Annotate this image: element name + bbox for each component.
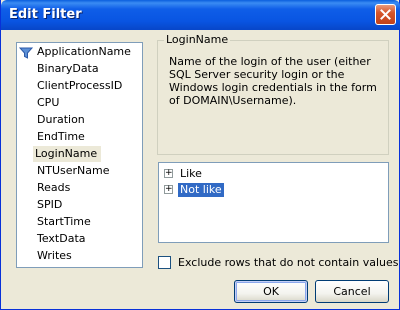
column-item-binarydata[interactable]: BinaryData <box>35 61 103 77</box>
column-item-label: CPU <box>37 96 60 109</box>
exclude-empty-label[interactable]: Exclude rows that do not contain values <box>178 255 398 270</box>
exclude-empty-checkbox[interactable] <box>158 256 171 269</box>
edit-filter-dialog: Edit Filter ApplicationName BinaryData C… <box>0 0 400 310</box>
ok-button[interactable]: OK <box>234 280 308 303</box>
column-item-label: LoginName <box>35 147 98 160</box>
column-item-label: TextData <box>37 232 86 245</box>
column-item-duration[interactable]: Duration <box>35 112 89 128</box>
expand-plus-icon[interactable]: + <box>164 185 173 194</box>
description-text: Name of the login of the user (either SQ… <box>169 55 377 107</box>
dialog-title: Edit Filter <box>9 7 82 22</box>
title-bar[interactable]: Edit Filter <box>1 0 400 30</box>
column-item-label: ClientProcessID <box>37 79 123 92</box>
description-title: LoginName <box>164 33 231 46</box>
column-item-label: BinaryData <box>37 62 99 75</box>
column-item-label: EndTime <box>37 130 85 143</box>
column-item-cpu[interactable]: CPU <box>35 95 63 111</box>
filter-funnel-icon <box>19 47 33 59</box>
column-item-textdata[interactable]: TextData <box>35 231 90 247</box>
column-item-clientprocessid[interactable]: ClientProcessID <box>35 78 126 94</box>
column-item-ntusername[interactable]: NTUserName <box>35 163 113 179</box>
tree-item-not-like[interactable]: + Not like <box>159 182 388 198</box>
cancel-button[interactable]: Cancel <box>315 280 389 303</box>
column-item-label: Writes <box>37 249 72 262</box>
tree-item-like[interactable]: + Like <box>159 166 388 182</box>
expand-plus-icon[interactable]: + <box>164 169 173 178</box>
column-item-applicationname[interactable]: ApplicationName <box>17 44 135 60</box>
close-button[interactable] <box>375 4 396 25</box>
column-item-endtime[interactable]: EndTime <box>35 129 89 145</box>
column-item-loginname[interactable]: LoginName <box>33 146 102 162</box>
column-item-label: ApplicationName <box>37 45 131 58</box>
column-list[interactable]: ApplicationName BinaryData ClientProcess… <box>16 42 143 268</box>
column-item-starttime[interactable]: StartTime <box>35 214 95 230</box>
column-item-label: SPID <box>37 198 63 211</box>
column-item-label: Reads <box>37 181 71 194</box>
column-item-label: StartTime <box>37 215 91 228</box>
column-item-writes[interactable]: Writes <box>35 248 76 264</box>
tree-item-label[interactable]: Not like <box>178 183 224 197</box>
close-icon <box>380 9 391 20</box>
tree-item-label[interactable]: Like <box>178 167 204 181</box>
operator-tree[interactable]: + Like + Not like <box>158 162 389 243</box>
column-item-label: Duration <box>37 113 85 126</box>
column-item-label: NTUserName <box>37 164 110 177</box>
column-item-reads[interactable]: Reads <box>35 180 74 196</box>
column-item-spid[interactable]: SPID <box>35 197 66 213</box>
description-group: LoginName Name of the login of the user … <box>157 33 389 155</box>
